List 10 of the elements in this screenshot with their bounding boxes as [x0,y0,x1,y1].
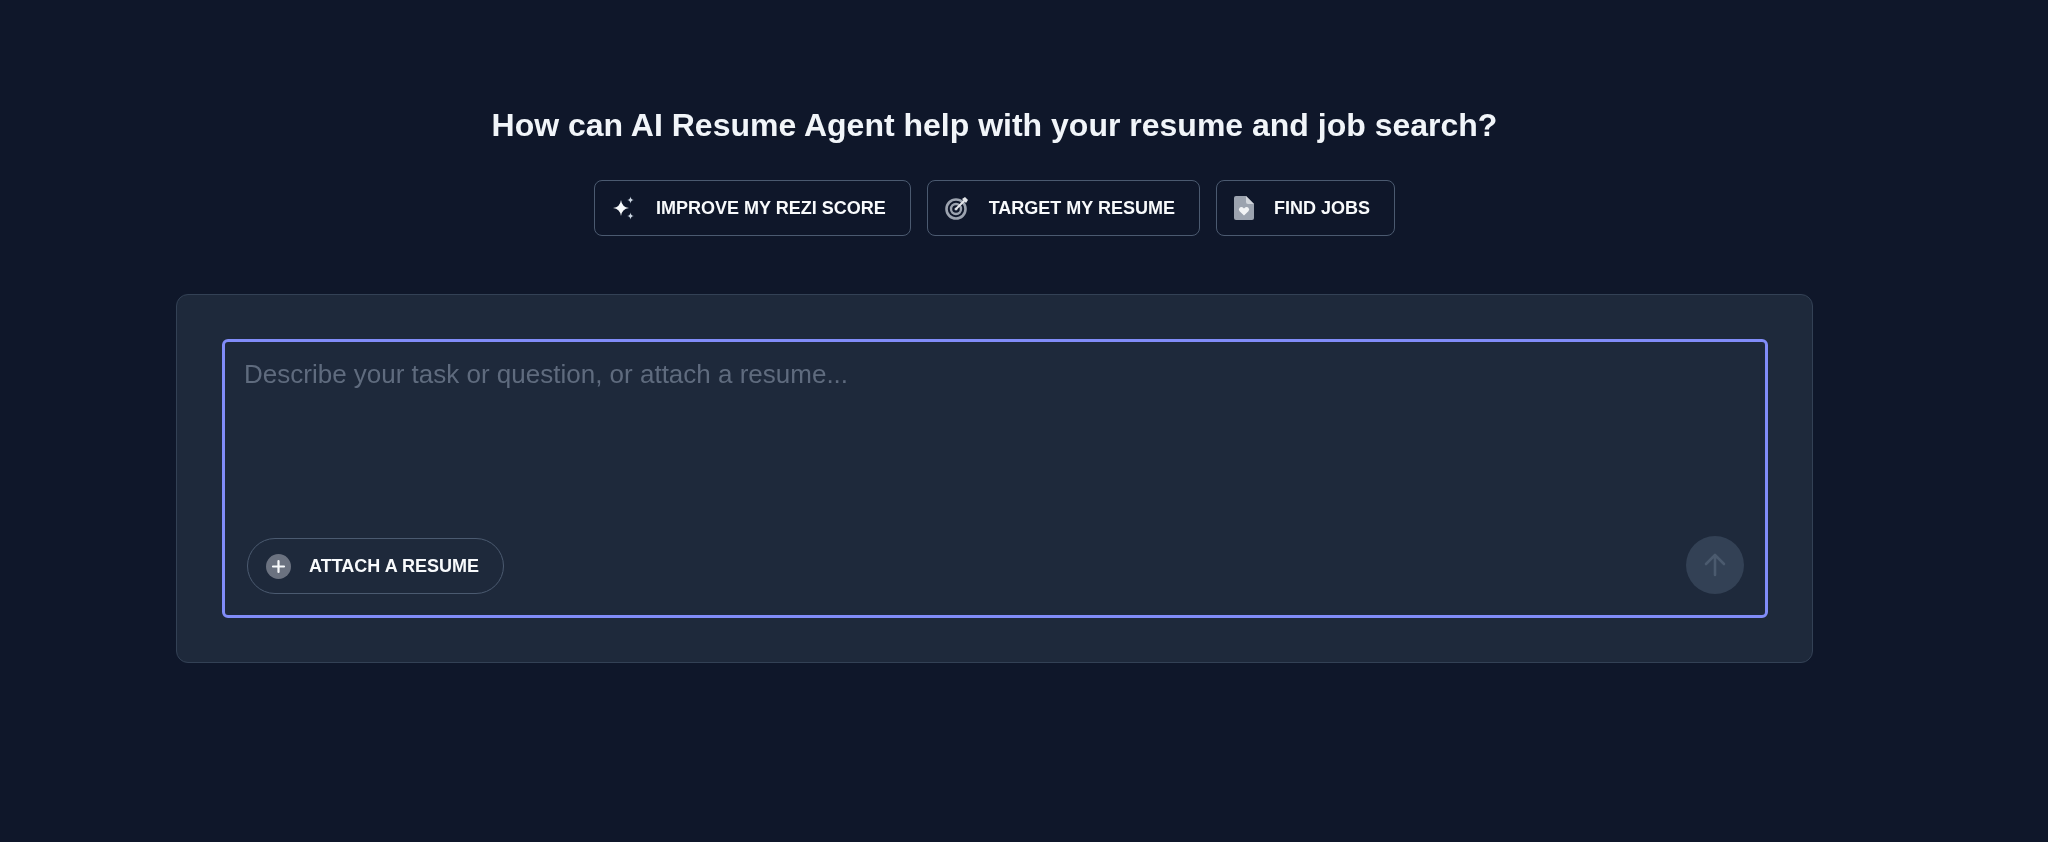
message-input-box[interactable]: Describe your task or question, or attach a resume... ATTACH A RESUME [222,339,1768,618]
plus-icon [266,553,291,579]
page-heading: How can AI Resume Agent help with your resume and job search? [491,106,1498,144]
target-icon [944,196,969,220]
quick-action-button[interactable]: TARGET MY RESUME [926,180,1200,236]
quick-action-button[interactable]: FIND JOBS [1216,180,1396,236]
message-input[interactable]: Describe your task or question, or attach a resume... [244,358,1745,522]
quick-action-button[interactable]: IMPROVE MY REZI SCORE [593,180,911,236]
file-heart-icon [1234,196,1254,220]
arrow-up-icon [1704,553,1726,577]
